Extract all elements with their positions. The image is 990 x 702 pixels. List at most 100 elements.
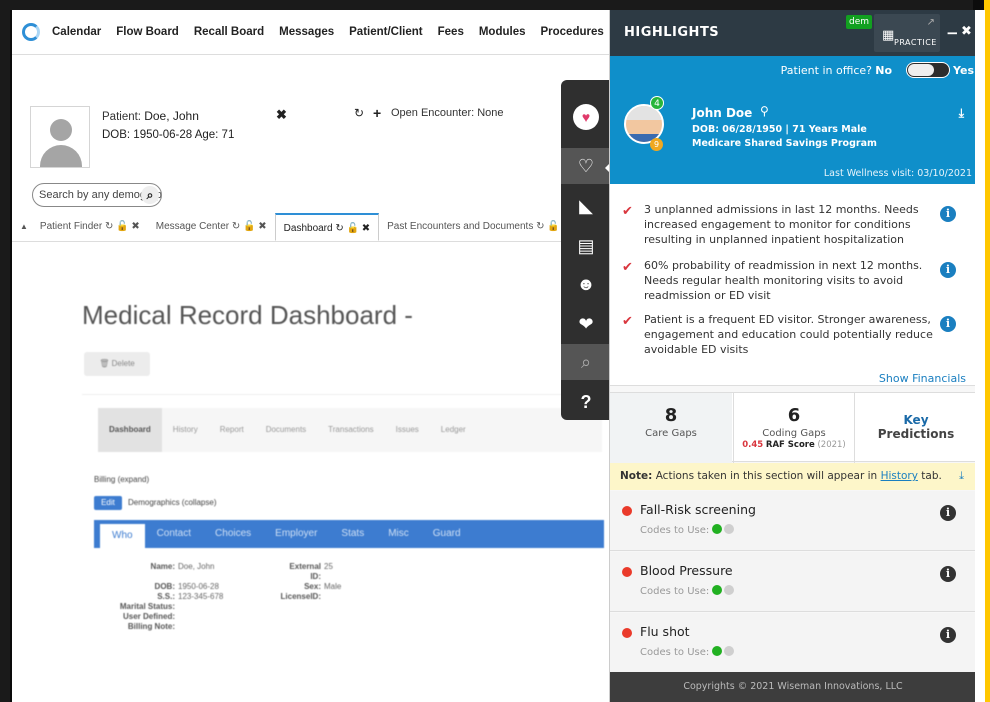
nav-patient-client[interactable]: Patient/Client <box>349 26 422 38</box>
field-row: DOB: 1950-06-28 Sex: Male <box>94 582 342 592</box>
chart-icon[interactable]: ◣ <box>561 188 611 224</box>
code-dot-grey[interactable] <box>724 585 735 595</box>
info-icon[interactable]: i <box>940 206 956 222</box>
care-gap-item[interactable]: Fall-Risk screening Codes to Use: i <box>610 491 975 551</box>
care-gaps-count: 8 <box>664 405 678 426</box>
demographics-toggle[interactable]: Demographics (collapse) <box>128 498 216 507</box>
patient-search-input[interactable]: Search by any demographics ⌕ <box>32 183 162 207</box>
alert-text: 3 unplanned admissions in last 12 months… <box>644 203 919 246</box>
demo-tab-contact[interactable]: Contact <box>145 520 203 548</box>
care-gap-item[interactable]: Flu shot Codes to Use: i <box>610 613 975 673</box>
coding-gaps-label: Coding Gaps <box>762 428 826 439</box>
tab-dashboard[interactable]: Dashboard ↻ 🔓 ✖ <box>274 213 380 241</box>
code-dot-grey[interactable] <box>724 646 735 656</box>
practice-button[interactable]: ▦ PRACTICE ↗ <box>874 14 940 52</box>
heartbeat-icon[interactable]: ♡ <box>561 148 611 184</box>
patient-name[interactable]: Doe, John <box>144 109 199 123</box>
close-patient-icon[interactable]: ✖ <box>276 107 287 123</box>
tab-patient-finder[interactable]: Patient Finder ↻ 🔓 ✖ <box>32 213 148 241</box>
patient-dob: DOB: 06/28/1950 | 71 Years Male <box>692 124 867 135</box>
hand-heart-icon[interactable]: ❤ <box>561 306 611 342</box>
location-pin-icon[interactable]: ⚲ <box>760 104 769 118</box>
dash-tab-history[interactable]: History <box>162 408 209 452</box>
demo-tab-misc[interactable]: Misc <box>376 520 421 548</box>
field-value: Male <box>324 582 342 591</box>
page-title: Medical Record Dashboard - <box>82 300 413 330</box>
info-icon[interactable]: i <box>940 627 956 643</box>
close-icon[interactable]: ✖ <box>961 24 972 39</box>
dash-tab-ledger[interactable]: Ledger <box>430 408 477 452</box>
note-prefix: Note: <box>620 470 653 482</box>
search-icon[interactable]: ⌕ <box>561 344 611 380</box>
toggle-knob <box>908 64 934 76</box>
show-financials-link[interactable]: Show Financials <box>879 372 966 385</box>
dash-tab-report[interactable]: Report <box>209 408 255 452</box>
minimize-icon[interactable]: − <box>946 24 959 42</box>
codes-to-use: Codes to Use: <box>640 646 735 658</box>
info-icon[interactable]: i <box>940 262 956 278</box>
demo-tab-who[interactable]: Who <box>100 524 145 548</box>
demo-tab-choices[interactable]: Choices <box>203 520 263 548</box>
raf-year: (2021) <box>817 440 846 450</box>
help-icon[interactable]: ? <box>561 384 611 420</box>
heart-badge-icon[interactable]: ♥ <box>561 92 611 132</box>
info-icon[interactable]: i <box>940 316 956 332</box>
plus-icon[interactable]: + <box>373 105 381 121</box>
avatar-body <box>40 145 82 167</box>
nav-flow-board[interactable]: Flow Board <box>116 26 179 38</box>
field-label: Marital Status: <box>119 602 175 611</box>
field-label: S.S.: <box>157 592 175 601</box>
field-label: LicenseID: <box>280 592 321 601</box>
info-icon[interactable]: i <box>940 505 956 521</box>
refresh-icon[interactable]: ↻ <box>354 106 364 120</box>
tab-past-encounters[interactable]: Past Encounters and Documents ↻ 🔓 <box>379 213 568 241</box>
collapse-caret-icon[interactable]: ▲ <box>12 213 32 241</box>
search-icon[interactable]: ⌕ <box>141 186 159 204</box>
care-gap-item[interactable]: Blood Pressure Codes to Use: i <box>610 552 975 612</box>
care-gap-title: Flu shot <box>640 624 690 639</box>
demo-tab-employer[interactable]: Employer <box>263 520 329 548</box>
key-predictions-card[interactable]: Key Predictions <box>856 393 975 463</box>
demo-tab-stats[interactable]: Stats <box>329 520 376 548</box>
care-gap-title: Blood Pressure <box>640 563 733 578</box>
download-icon[interactable]: ⤓ <box>959 106 964 121</box>
nav-recall-board[interactable]: Recall Board <box>194 26 264 38</box>
open-encounter[interactable]: Open Encounter: None <box>391 107 504 119</box>
coding-gaps-card[interactable]: 6 Coding Gaps 0.45 RAF Score (2021) <box>733 393 855 463</box>
book-icon[interactable]: ▤ <box>561 228 611 264</box>
app-logo-icon[interactable] <box>22 23 40 41</box>
nav-modules[interactable]: Modules <box>479 26 526 38</box>
billing-section[interactable]: Billing (expand) <box>94 475 149 484</box>
patient-info: Patient: Doe, John DOB: 1950-06-28 Age: … <box>102 107 234 144</box>
field-value <box>178 612 278 622</box>
codes-to-use: Codes to Use: <box>640 524 735 536</box>
medal-badge: 9 <box>650 138 663 151</box>
status-dot <box>622 628 632 638</box>
dash-tab-transactions[interactable]: Transactions <box>317 408 385 452</box>
code-dot-green[interactable] <box>712 524 723 534</box>
history-note: Note: Actions taken in this section will… <box>610 463 975 490</box>
code-dot-green[interactable] <box>712 585 723 595</box>
tab-message-center[interactable]: Message Center ↻ 🔓 ✖ <box>148 213 275 241</box>
dash-tab-documents[interactable]: Documents <box>255 408 317 452</box>
nav-calendar[interactable]: Calendar <box>52 26 101 38</box>
care-gaps-label: Care Gaps <box>645 428 697 439</box>
status-dot <box>622 506 632 516</box>
delete-button[interactable]: 🗑 Delete <box>84 352 150 376</box>
edit-button[interactable]: Edit <box>94 496 122 510</box>
dash-tab-dashboard[interactable]: Dashboard <box>98 408 162 452</box>
nav-procedures[interactable]: Procedures <box>540 26 603 38</box>
history-link[interactable]: History <box>881 470 918 482</box>
group-icon[interactable]: ☻ <box>561 266 611 302</box>
dash-tab-issues[interactable]: Issues <box>385 408 430 452</box>
nav-messages[interactable]: Messages <box>279 26 334 38</box>
nav-fees[interactable]: Fees <box>438 26 464 38</box>
info-icon[interactable]: i <box>940 566 956 582</box>
download-icon[interactable]: ⤓ <box>959 469 964 483</box>
divider <box>12 54 612 55</box>
care-gaps-card[interactable]: 8 Care Gaps <box>610 393 732 463</box>
demo-tab-guard[interactable]: Guard <box>421 520 473 548</box>
code-dot-grey[interactable] <box>724 524 735 534</box>
code-dot-green[interactable] <box>712 646 723 656</box>
patient-in-office-toggle[interactable] <box>906 62 950 78</box>
